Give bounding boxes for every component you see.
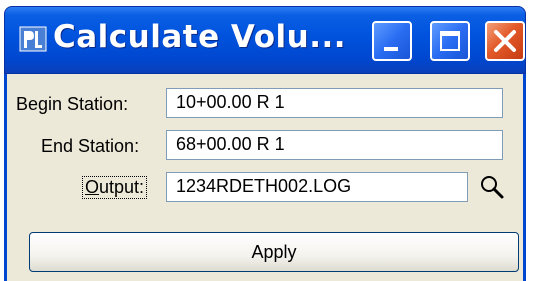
end-station-label: End Station: xyxy=(41,136,140,156)
app-logo-icon xyxy=(19,26,47,52)
close-icon xyxy=(494,30,516,52)
begin-station-field[interactable]: 10+00.00 R 1 xyxy=(166,88,503,118)
maximize-button[interactable] xyxy=(430,21,470,61)
calculate-volume-dialog: Calculate Volu... Begin Station: 10+00.0… xyxy=(0,0,533,281)
maximize-icon xyxy=(440,31,460,51)
apply-button[interactable]: Apply xyxy=(29,232,519,272)
dialog-body: Begin Station: 10+00.00 R 1 End Station:… xyxy=(4,74,526,281)
output-label-text: utput: xyxy=(99,177,145,197)
window-title: Calculate Volu... xyxy=(53,19,347,55)
search-icon[interactable] xyxy=(477,172,507,202)
title-bar[interactable]: Calculate Volu... xyxy=(4,6,526,74)
begin-station-label: Begin Station: xyxy=(16,94,129,114)
minimize-icon xyxy=(384,47,398,51)
end-station-field[interactable]: 68+00.00 R 1 xyxy=(166,130,503,160)
output-label-accelerator: O xyxy=(85,177,100,197)
output-file-field[interactable]: 1234RDETH002.LOG xyxy=(166,172,468,202)
close-button[interactable] xyxy=(485,21,525,61)
output-label[interactable]: Output: xyxy=(82,176,148,199)
minimize-button[interactable] xyxy=(372,21,412,61)
